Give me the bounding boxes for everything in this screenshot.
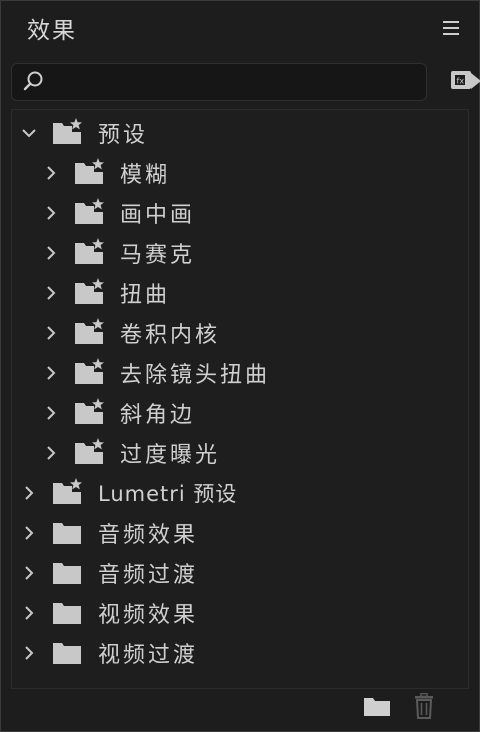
tree-item-label: 视频效果 <box>98 603 199 628</box>
effects-panel: 效果 fx 预设模糊画中画马赛克扭曲卷积内核去除镜头扭曲 斜角边过度曝光 Lumet… <box>0 0 480 732</box>
tree-item-label: 过度曝光 <box>120 443 221 468</box>
chevron-right-icon[interactable] <box>44 326 58 340</box>
tree-item-label: 画中画 <box>120 203 196 228</box>
chevron-down-icon[interactable] <box>22 126 36 140</box>
tree-item[interactable]: 音频效果 <box>12 514 468 550</box>
chevron-right-icon[interactable] <box>22 606 36 620</box>
search-input[interactable] <box>52 68 416 96</box>
preset-folder-icon <box>75 438 104 464</box>
tree-item-label: 扭曲 <box>120 283 171 308</box>
tree-item[interactable]: 去除镜头扭曲 <box>12 354 468 390</box>
chevron-right-icon[interactable] <box>44 446 58 460</box>
chevron-right-icon[interactable] <box>22 566 36 580</box>
preset-folder-icon <box>75 318 104 344</box>
tree-item[interactable]: 视频过渡 <box>12 634 468 670</box>
preset-folder-icon <box>53 478 82 504</box>
folder-icon <box>53 523 81 544</box>
tree-item-label: 视频过渡 <box>98 643 199 668</box>
chevron-right-icon[interactable] <box>22 646 36 660</box>
svg-text:fx: fx <box>457 77 465 86</box>
tree-item[interactable]: 预设 <box>12 114 468 150</box>
chevron-right-icon[interactable] <box>44 246 58 260</box>
panel-menu-icon[interactable] <box>443 21 459 37</box>
new-bin-button[interactable]: fx <box>449 67 480 95</box>
preset-folder-icon <box>75 358 104 384</box>
preset-folder-icon <box>75 398 104 424</box>
tree-item-label: 斜角边 <box>120 403 196 428</box>
tree-item[interactable]: 音频过渡 <box>12 554 468 590</box>
preset-folder-icon <box>75 198 104 224</box>
tree-item-label: 预设 <box>98 123 149 148</box>
tree-item-label: Lumetri 预设 <box>98 482 238 506</box>
preset-folder-icon <box>75 278 104 304</box>
tree-item[interactable]: Lumetri 预设 <box>12 474 468 510</box>
menu-line <box>443 21 459 23</box>
chevron-right-icon[interactable] <box>44 366 58 380</box>
menu-line <box>443 33 459 35</box>
search-box[interactable] <box>11 63 427 101</box>
tree-item-label: 音频过渡 <box>98 563 199 588</box>
new-folder-icon[interactable] <box>363 695 391 717</box>
tree-item-label: 马赛克 <box>120 243 196 268</box>
panel-title: 效果 <box>27 18 77 44</box>
effects-tree: 预设模糊画中画马赛克扭曲卷积内核去除镜头扭曲 斜角边过度曝光 Lumetri 预设音… <box>11 109 469 689</box>
tree-item[interactable]: 扭曲 <box>12 274 468 310</box>
chevron-right-icon[interactable] <box>22 526 36 540</box>
folder-icon <box>53 603 81 624</box>
tree-item[interactable]: 卷积内核 <box>12 314 468 350</box>
tree-item[interactable]: 画中画 <box>12 194 468 230</box>
tree-item[interactable]: 过度曝光 <box>12 434 468 470</box>
preset-folder-icon <box>75 238 104 264</box>
menu-line <box>443 27 459 29</box>
preset-folder-icon <box>75 158 104 184</box>
tree-item[interactable]: 模糊 <box>12 154 468 190</box>
chevron-right-icon[interactable] <box>44 166 58 180</box>
chevron-right-icon[interactable] <box>44 286 58 300</box>
folder-icon <box>53 643 81 664</box>
tree-item[interactable]: 斜角边 <box>12 394 468 430</box>
trash-icon[interactable] <box>413 693 435 719</box>
chevron-right-icon[interactable] <box>22 486 36 500</box>
tree-item-label: 去除镜头扭曲 <box>120 363 271 388</box>
chevron-right-icon[interactable] <box>44 206 58 220</box>
search-icon <box>23 71 43 91</box>
tree-item-label: 音频效果 <box>98 523 199 548</box>
folder-icon <box>53 563 81 584</box>
accelerated-effects-icon: fx <box>451 71 480 89</box>
tree-item-label: 卷积内核 <box>120 323 221 348</box>
tree-item-label: 模糊 <box>120 163 171 188</box>
tree-item[interactable]: 马赛克 <box>12 234 468 270</box>
preset-folder-icon <box>53 118 82 144</box>
chevron-right-icon[interactable] <box>44 406 58 420</box>
tree-item[interactable]: 视频效果 <box>12 594 468 630</box>
